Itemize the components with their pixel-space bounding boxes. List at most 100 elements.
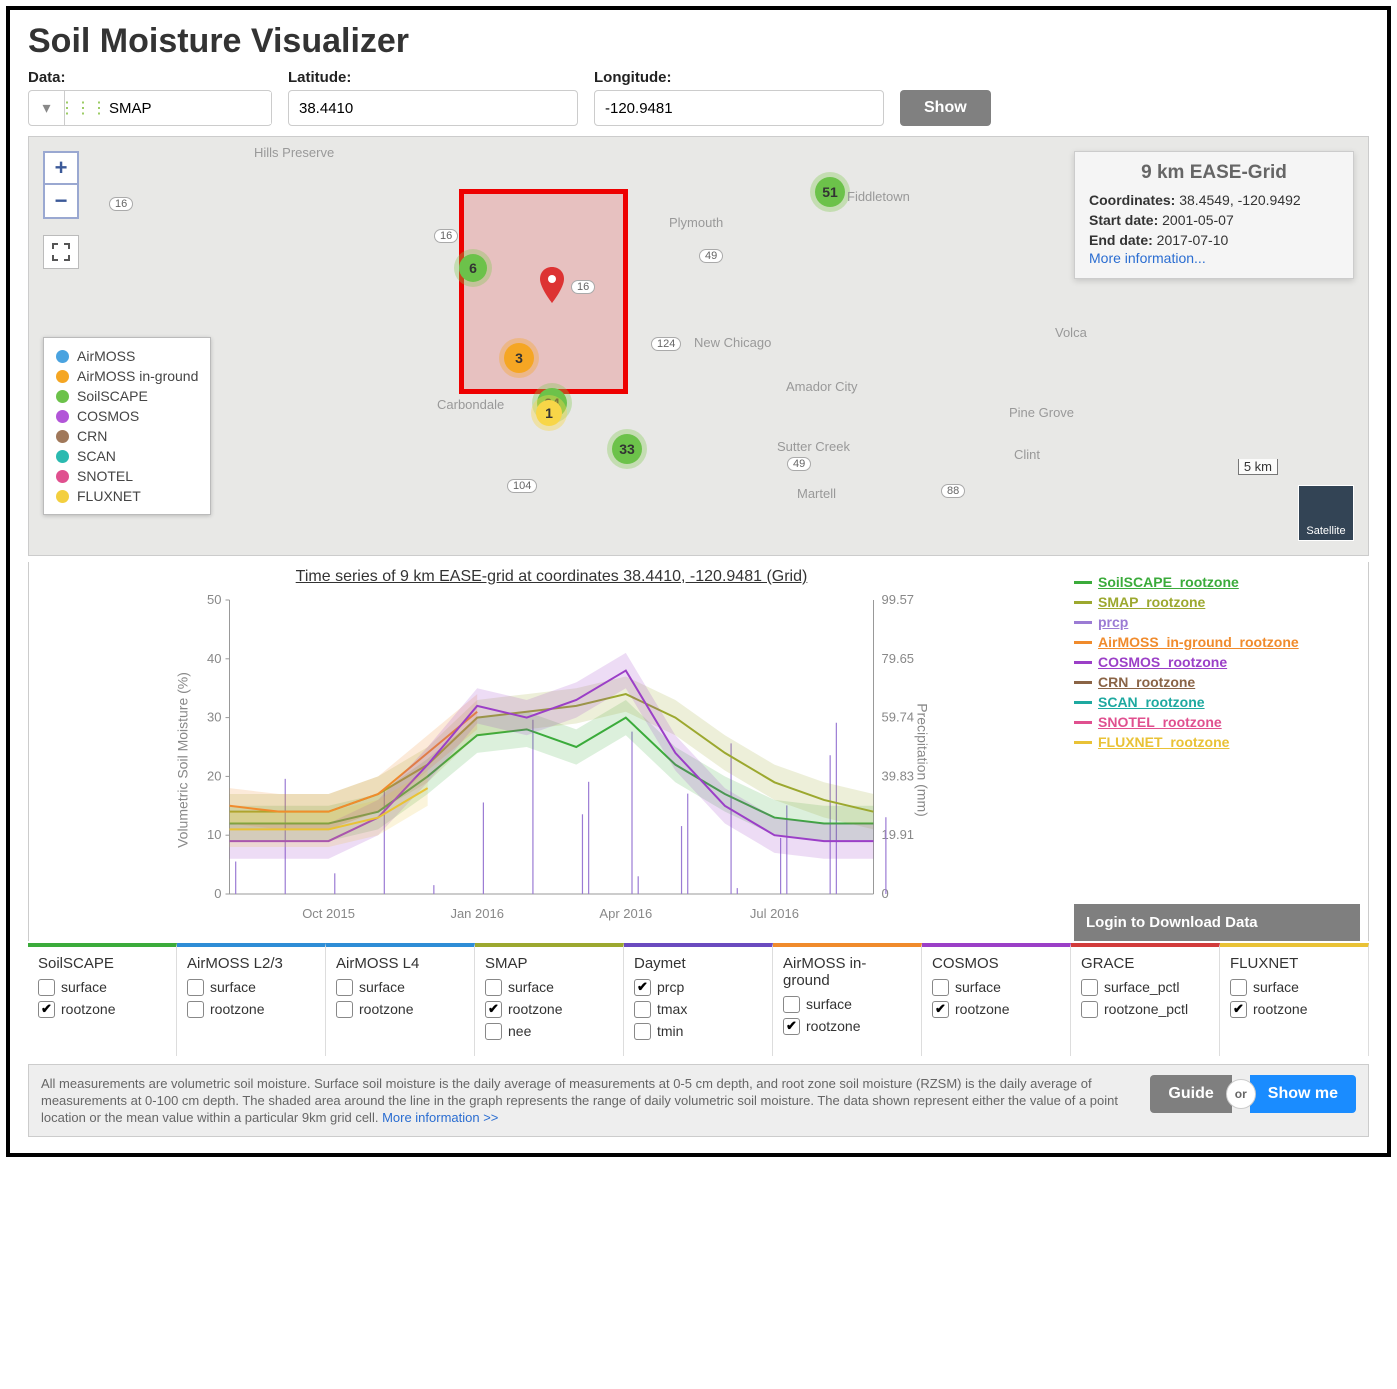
guide-button[interactable]: Guide xyxy=(1150,1075,1231,1113)
show-button[interactable]: Show xyxy=(900,90,991,126)
legend-item[interactable]: AirMOSS in-ground xyxy=(56,366,198,386)
legend-item[interactable]: COSMOS xyxy=(56,406,198,426)
satellite-toggle[interactable]: Satellite xyxy=(1298,485,1354,541)
footer: All measurements are volumetric soil moi… xyxy=(28,1064,1369,1137)
checkbox-label: surface xyxy=(955,976,1001,998)
series-legend-item[interactable]: FLUXNET_rootzone xyxy=(1074,732,1360,752)
svg-text:Apr 2016: Apr 2016 xyxy=(599,906,652,921)
checkbox[interactable] xyxy=(1230,1001,1247,1018)
checkbox-label: rootzone xyxy=(508,998,562,1020)
checkbox-label: nee xyxy=(508,1020,531,1042)
series-legend-item[interactable]: CRN_rootzone xyxy=(1074,672,1360,692)
checkbox[interactable] xyxy=(1081,979,1098,996)
svg-text:30: 30 xyxy=(207,710,221,725)
info-coord-value: 38.4549, -120.9492 xyxy=(1179,192,1300,208)
svg-text:0: 0 xyxy=(882,886,889,901)
map-canvas[interactable]: + − AirMOSSAirMOSS in-groundSoilSCAPECOS… xyxy=(28,136,1369,556)
checkbox[interactable] xyxy=(932,1001,949,1018)
login-download-button[interactable]: Login to Download Data xyxy=(1074,904,1360,941)
road-badge: 88 xyxy=(941,484,965,498)
series-legend-item[interactable]: SNOTEL_rootzone xyxy=(1074,712,1360,732)
road-badge: 49 xyxy=(699,249,723,263)
road-badge: 16 xyxy=(434,229,458,243)
svg-text:0: 0 xyxy=(214,886,221,901)
checkbox[interactable] xyxy=(336,1001,353,1018)
series-legend-item[interactable]: SMAP_rootzone xyxy=(1074,592,1360,612)
checkbox[interactable] xyxy=(1081,1001,1098,1018)
series-legend-item[interactable]: prcp xyxy=(1074,612,1360,632)
series-legend-item[interactable]: AirMOSS_in-ground_rootzone xyxy=(1074,632,1360,652)
svg-text:40: 40 xyxy=(207,651,221,666)
cluster-marker[interactable]: 33 xyxy=(612,434,642,464)
checkbox[interactable] xyxy=(634,1023,651,1040)
legend-item[interactable]: SNOTEL xyxy=(56,466,198,486)
info-panel: 9 km EASE-Grid Coordinates: 38.4549, -12… xyxy=(1074,151,1354,279)
series-legend-item[interactable]: SoilSCAPE_rootzone xyxy=(1074,572,1360,592)
info-end-label: End date: xyxy=(1089,232,1153,248)
checkbox[interactable] xyxy=(485,1001,502,1018)
checkbox[interactable] xyxy=(187,979,204,996)
cluster-marker[interactable]: 51 xyxy=(815,177,845,207)
checkbox[interactable] xyxy=(783,1018,800,1035)
selector-title: FLUXNET xyxy=(1230,955,1358,972)
latitude-label: Latitude: xyxy=(288,69,578,86)
checkbox-label: rootzone xyxy=(806,1015,860,1037)
legend-item[interactable]: FLUXNET xyxy=(56,486,198,506)
series-legend-item[interactable]: SCAN_rootzone xyxy=(1074,692,1360,712)
checkbox[interactable] xyxy=(634,1001,651,1018)
selector-title: SMAP xyxy=(485,955,613,972)
road-badge: 16 xyxy=(109,197,133,211)
checkbox[interactable] xyxy=(187,1001,204,1018)
series-legend-item[interactable]: COSMOS_rootzone xyxy=(1074,652,1360,672)
checkbox[interactable] xyxy=(783,996,800,1013)
svg-text:20: 20 xyxy=(207,768,221,783)
data-select[interactable]: ▾ ⋮⋮⋮ xyxy=(28,90,272,126)
selector-column: SMAPsurfacerootzonenee xyxy=(475,943,624,1056)
showme-button[interactable]: Show me xyxy=(1250,1075,1356,1113)
checkbox[interactable] xyxy=(634,979,651,996)
selector-title: GRACE xyxy=(1081,955,1209,972)
checkbox[interactable] xyxy=(38,1001,55,1018)
selector-title: SoilSCAPE xyxy=(38,955,166,972)
checkbox[interactable] xyxy=(485,1023,502,1040)
svg-text:39.83: 39.83 xyxy=(882,768,915,783)
checkbox[interactable] xyxy=(38,979,55,996)
road-badge: 124 xyxy=(651,337,681,351)
checkbox[interactable] xyxy=(932,979,949,996)
page-title: Soil Moisture Visualizer xyxy=(28,22,1369,61)
map-pin-icon[interactable] xyxy=(539,267,565,303)
checkbox-label: tmax xyxy=(657,998,687,1020)
checkbox[interactable] xyxy=(1230,979,1247,996)
cluster-marker[interactable]: 6 xyxy=(459,254,487,282)
map-place-label: Carbondale xyxy=(437,397,504,412)
selector-column: AirMOSS in-groundsurfacerootzone xyxy=(773,943,922,1056)
svg-text:Jul 2016: Jul 2016 xyxy=(750,906,799,921)
or-badge: or xyxy=(1226,1079,1256,1109)
layer-selector-strip: SoilSCAPEsurfacerootzoneAirMOSS L2/3surf… xyxy=(28,941,1369,1056)
legend-item[interactable]: SCAN xyxy=(56,446,198,466)
cluster-marker[interactable]: 3 xyxy=(504,343,534,373)
info-coord-label: Coordinates: xyxy=(1089,192,1175,208)
legend-item[interactable]: AirMOSS xyxy=(56,346,198,366)
info-more-link[interactable]: More information... xyxy=(1089,250,1206,266)
chart-title: Time series of 9 km EASE-grid at coordin… xyxy=(39,568,1064,586)
cluster-marker[interactable]: 1 xyxy=(536,400,562,426)
checkbox[interactable] xyxy=(336,979,353,996)
checkbox-label: surface xyxy=(806,993,852,1015)
longitude-input[interactable] xyxy=(594,90,884,126)
latitude-input[interactable] xyxy=(288,90,578,126)
legend-item[interactable]: SoilSCAPE xyxy=(56,386,198,406)
checkbox[interactable] xyxy=(485,979,502,996)
scale-bar: 5 km xyxy=(1238,459,1278,475)
footer-more-link[interactable]: More information >> xyxy=(382,1110,498,1125)
fullscreen-button[interactable] xyxy=(43,235,79,269)
map-place-label: Amador City xyxy=(786,379,858,394)
data-input[interactable] xyxy=(101,92,271,124)
legend-item[interactable]: CRN xyxy=(56,426,198,446)
selector-column: AirMOSS L2/3surfacerootzone xyxy=(177,943,326,1056)
timeseries-chart[interactable]: 01020304050019.9139.8359.7479.6599.57Oct… xyxy=(39,590,1064,930)
zoom-out-button[interactable]: − xyxy=(43,185,79,219)
longitude-label: Longitude: xyxy=(594,69,884,86)
checkbox-label: prcp xyxy=(657,976,684,998)
zoom-in-button[interactable]: + xyxy=(43,151,79,185)
